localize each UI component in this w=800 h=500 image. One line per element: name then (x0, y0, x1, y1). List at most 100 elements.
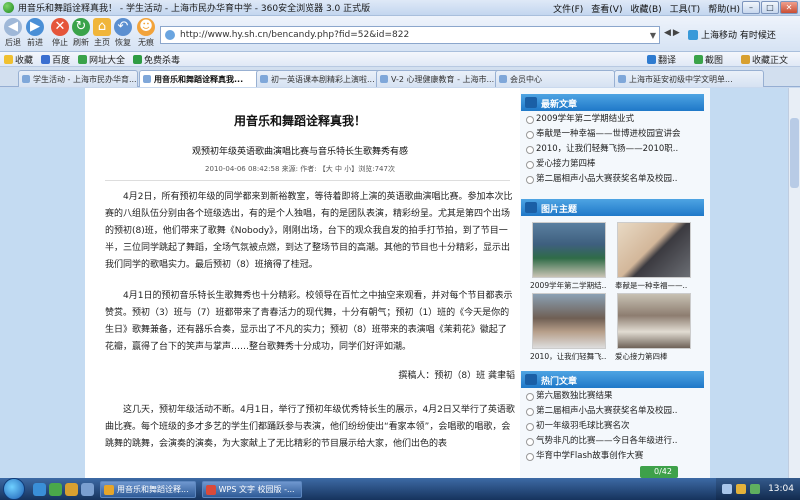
photo-thumbnail[interactable] (532, 222, 606, 278)
load-progress-badge: 0/42 (640, 466, 678, 478)
menu-help[interactable]: 帮助(H) (708, 2, 740, 15)
go-forward-small-icon[interactable]: ▶ (673, 28, 680, 38)
fav-antivirus[interactable]: 免费杀毒 (133, 53, 180, 66)
refresh-button[interactable]: ↻ 刷新 (70, 18, 92, 48)
back-button[interactable]: ◀ 后退 (2, 18, 24, 48)
list-item[interactable]: 第二届相声小品大赛获奖名单及校园.. (526, 404, 702, 419)
translate-icon (646, 54, 656, 64)
article-subtitle: 观预初年级英语歌曲演唱比赛与音乐特长生歌舞秀有感 (191, 147, 408, 157)
article-author: 撰稿人：预初（8）班 龚聿韬 (398, 371, 515, 381)
folder-icon (740, 54, 750, 64)
vertical-scrollbar[interactable] (788, 88, 800, 479)
security-icon[interactable] (736, 484, 747, 494)
save-text-button[interactable]: 收藏正文 (740, 53, 788, 66)
baidu-icon (41, 54, 51, 64)
scrollbar-thumb[interactable] (790, 118, 799, 188)
article-meta: 2010-04-06 08:42:58 来源: 作者: 【大 中 小】浏览:74… (205, 165, 395, 173)
quick-launch (33, 482, 94, 496)
screenshot-button[interactable]: 截图 (693, 53, 723, 66)
translate-button[interactable]: 翻译 (646, 53, 676, 66)
photo-caption[interactable]: 2010，让我们轻舞飞.. (530, 351, 608, 362)
scissors-icon (693, 54, 703, 64)
stop-button[interactable]: ✕ 停止 (49, 18, 71, 48)
home-icon: ⌂ (93, 18, 111, 36)
address-url[interactable]: http://www.hy.sh.cn/bencandy.php?fid=52&… (180, 30, 409, 40)
sidebar: 最新文章 2009学年第二学期结业式 奉献是一种幸福——世博进校园宣讲会 201… (520, 88, 710, 479)
incognito-icon: ☻ (137, 18, 155, 36)
incognito-button[interactable]: ☻ 无痕 (135, 18, 157, 48)
favorites-star[interactable]: 收藏 (4, 53, 33, 66)
photo-thumbnail[interactable] (617, 293, 691, 349)
tab-student-activity[interactable]: 学生活动 - 上海市民办华育... (18, 70, 138, 87)
site-icon (78, 54, 88, 64)
tab-english-play[interactable]: 初一英语课本剧精彩上演啦... (256, 70, 381, 87)
forward-button[interactable]: ▶ 前进 (24, 18, 46, 48)
list-item[interactable]: 奉献是一种幸福——世博进校园宣讲会 (526, 127, 702, 142)
clock[interactable]: 13:04 (768, 484, 794, 494)
article-paragraph: 4月1日的预初音乐特长生歌舞秀也十分精彩。校领导在百忙之中抽空来观看，并对每个节… (105, 291, 513, 352)
photo-thumbnail[interactable] (617, 222, 691, 278)
tab-bar: 学生活动 - 上海市民办华育... 用音乐和舞蹈诠释真我... 初一英语课本剧精… (0, 67, 800, 87)
list-item[interactable]: 2010，让我们轻舞飞扬——2010职.. (526, 142, 702, 157)
list-item[interactable]: 2009学年第二学期结业式 (526, 112, 702, 127)
photo-thumbnail[interactable] (532, 293, 606, 349)
close-button[interactable]: ✕ (780, 1, 798, 14)
task-browser[interactable]: 用音乐和舞蹈诠释... (100, 480, 196, 498)
window-controls: – □ ✕ (742, 1, 798, 14)
hot-articles-list: 第六届数独比赛结果 第二届相声小品大赛获奖名单及校园.. 初一年级羽毛球比赛名次… (526, 389, 702, 464)
menu-file[interactable]: 文件(F) (553, 2, 583, 15)
list-item[interactable]: 第六届数独比赛结果 (526, 389, 702, 404)
mobile-operator[interactable]: 上海移动 有时候还 (688, 28, 776, 41)
folder-icon[interactable] (65, 482, 78, 496)
fav-baidu[interactable]: 百度 (41, 53, 70, 66)
photo-caption[interactable]: 2009学年第二学期结.. (530, 280, 608, 291)
tab-current-article[interactable]: 用音乐和舞蹈诠释真我... (139, 70, 264, 87)
network-icon[interactable] (722, 484, 733, 494)
ie-icon[interactable] (33, 482, 46, 496)
refresh-icon: ↻ (72, 18, 90, 36)
menu-tools[interactable]: 工具(T) (670, 2, 701, 15)
browser-logo-icon (3, 2, 14, 13)
divider (105, 180, 510, 181)
list-item[interactable]: 初一年级羽毛球比赛名次 (526, 419, 702, 434)
nav-toolbar: ◀ 后退 ▶ 前进 ✕ 停止 ↻ 刷新 ⌂ 主页 ↶ 恢复 ☻ 无痕 http:… (0, 16, 800, 52)
list-item[interactable]: 气势非凡的比赛——今日各年级进行.. (526, 434, 702, 449)
browser-icon[interactable] (49, 482, 62, 496)
photo-caption[interactable]: 爱心接力第四棒 (615, 351, 693, 362)
stop-icon: ✕ (51, 18, 69, 36)
taskbar: 用音乐和舞蹈诠释... WPS 文字 校园版 -... 13:04 (0, 478, 800, 500)
volume-icon[interactable] (750, 484, 761, 494)
chevron-down-icon[interactable]: ▼ (650, 31, 656, 40)
address-bar[interactable]: http://www.hy.sh.cn/bencandy.php?fid=52&… (160, 26, 660, 44)
fav-hao[interactable]: 网址大全 (78, 53, 125, 66)
menu-favorites[interactable]: 收藏(B) (630, 2, 661, 15)
back-arrow-icon: ◀ (4, 18, 22, 36)
minimize-button[interactable]: – (742, 1, 760, 14)
menu-bar: 文件(F) 查看(V) 收藏(B) 工具(T) 帮助(H) (553, 0, 740, 16)
tab-member-center[interactable]: 会员中心 (495, 70, 615, 87)
undo-icon: ↶ (114, 18, 132, 36)
menu-view[interactable]: 查看(V) (591, 2, 622, 15)
start-button[interactable] (3, 478, 25, 500)
tab-yanan-school[interactable]: 上海市延安初级中学文明单... (614, 70, 764, 87)
photo-caption[interactable]: 奉献是一种幸福——.. (615, 280, 693, 291)
latest-articles-header: 最新文章 (521, 94, 704, 111)
list-item[interactable]: 爱心接力第四棒 (526, 157, 702, 172)
task-wps[interactable]: WPS 文字 校园版 -... (201, 480, 302, 498)
article-title: 用音乐和舞蹈诠释真我！ (233, 114, 366, 128)
go-back-small-icon[interactable]: ◀ (664, 28, 671, 38)
shield-icon (133, 54, 143, 64)
system-tray: 13:04 (716, 478, 800, 500)
desktop-icon[interactable] (81, 482, 94, 496)
maximize-button[interactable]: □ (761, 1, 779, 14)
page-viewport: 用音乐和舞蹈诠释真我！ 观预初年级英语歌曲演唱比赛与音乐特长生歌舞秀有感 201… (0, 88, 800, 479)
home-button[interactable]: ⌂ 主页 (91, 18, 113, 48)
list-item[interactable]: 第二届相声小品大赛获奖名单及校园.. (526, 172, 702, 187)
title-bar: 用音乐和舞蹈诠释真我！ - 学生活动 - 上海市民办华育中学 - 360安全浏览… (0, 0, 800, 16)
tab-psychology[interactable]: V-2 心理健康教育 - 上海市... (376, 70, 501, 87)
restore-button[interactable]: ↶ 恢复 (112, 18, 134, 48)
go-buttons: ◀ ▶ (664, 28, 680, 38)
article-paragraph: 这几天，预初年级活动不断。4月1日，举行了预初年级优秀特长生的展示，4月2日又举… (105, 405, 515, 449)
hot-articles-header: 热门文章 (521, 371, 704, 388)
list-item[interactable]: 华育中学Flash故事创作大赛 (526, 449, 702, 464)
